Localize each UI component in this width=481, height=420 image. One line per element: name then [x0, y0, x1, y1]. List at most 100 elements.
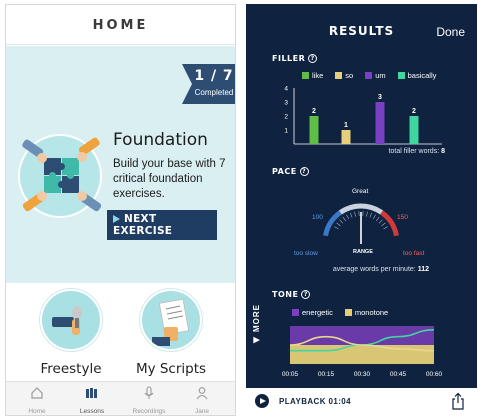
gauge-tick [342, 216, 346, 222]
foundation-hero: 1 / 7 Completed Foundation Build your ba… [6, 46, 235, 283]
next-exercise-button[interactable]: NEXT EXERCISE [107, 210, 217, 240]
bar-value-label: 2 [312, 108, 316, 115]
home-icon [31, 387, 43, 399]
pace-too-slow-label: too slow [294, 250, 318, 257]
gauge-tick [346, 214, 350, 220]
pace-average: average words per minute: 112 [333, 266, 429, 273]
done-button[interactable]: Done [436, 25, 465, 39]
legend-swatch [365, 72, 373, 79]
legend-label: energetic [302, 308, 333, 317]
tab-recordings-label: Recordings [132, 408, 166, 415]
legend-item: monotone [344, 308, 389, 317]
gauge-tick [366, 211, 368, 217]
script-icon [140, 289, 202, 351]
progress-count: 1 / 7 [194, 68, 234, 84]
legend-swatch [302, 72, 309, 79]
help-icon[interactable]: ? [308, 54, 318, 63]
gauge-tick [350, 212, 353, 218]
gauge-tick [339, 219, 344, 224]
pace-label: PACE [272, 167, 297, 176]
bar-um [375, 102, 385, 144]
more-toggle[interactable]: ◀ MORE [252, 304, 261, 345]
results-screen: RESULTS Done FILLER? like so um basically 1… [246, 4, 477, 416]
gauge-tick [354, 211, 356, 217]
pace-section-label: PACE? [272, 167, 309, 176]
y-tick-label: 3 [284, 100, 288, 107]
legend-item: like [302, 71, 323, 80]
gauge-tick [383, 226, 388, 230]
page-title: HOME [92, 18, 149, 33]
filler-total-value: 8 [441, 148, 445, 155]
filler-label: FILLER [272, 54, 306, 63]
filler-total: total filler words: 8 [389, 148, 445, 155]
filler-bar-chart: 1 2 3 4 2 1 3 2 [284, 86, 442, 145]
more-label: MORE [252, 304, 261, 332]
bar-value-label: 3 [378, 94, 382, 101]
y-tick-label: 1 [284, 128, 288, 135]
legend-item: energetic [292, 308, 333, 317]
energetic-band [290, 326, 434, 345]
tone-section-label: TONE? [272, 290, 311, 299]
x-tick-label: 00:60 [426, 371, 443, 378]
legend-label: like [312, 71, 324, 80]
gauge-tick [372, 214, 376, 220]
bar-value-label: 1 [344, 122, 348, 129]
home-screen: HOME 1 / 7 Completed Foundation Build yo… [5, 4, 236, 416]
playback-label: PLAYBACK 01:04 [279, 397, 351, 406]
tab-home-label: Home [28, 408, 46, 415]
share-icon[interactable] [451, 392, 465, 410]
my-scripts-tile[interactable]: My Scripts [121, 289, 221, 377]
gauge-tick [336, 222, 341, 227]
tone-area-chart: 00:05 00:15 00:30 00:45 00:60 [282, 326, 443, 378]
tab-profile[interactable]: Jane [180, 386, 224, 415]
puzzle-hands-illustration [18, 134, 102, 218]
tab-lessons-label: Lessons [79, 408, 105, 415]
legend-item: um [365, 71, 386, 80]
pace-low-value: 100 [312, 214, 323, 221]
bar-value-label: 2 [412, 108, 416, 115]
monotone-band [290, 345, 434, 364]
freestyle-label: Freestyle [40, 361, 102, 377]
filler-total-label: total filler words: [388, 148, 440, 155]
bar-basically [409, 116, 419, 144]
tab-lessons[interactable]: Lessons [70, 386, 114, 415]
playback-bar: PLAYBACK 01:04 [246, 388, 477, 416]
microphone-icon [144, 386, 154, 399]
profile-icon [196, 387, 208, 400]
x-tick-label: 00:30 [354, 371, 371, 378]
help-icon[interactable]: ? [299, 167, 309, 176]
legend-swatch [344, 309, 352, 316]
foundation-description: Build your base with 7 critical foundati… [113, 158, 226, 200]
progress-label: Completed [194, 88, 234, 97]
legend-label: basically [407, 71, 437, 80]
progress-badge: 1 / 7 Completed [182, 64, 235, 104]
pace-average-value: 112 [417, 266, 429, 273]
foundation-title: Foundation [113, 130, 208, 150]
tab-recordings[interactable]: Recordings [127, 386, 171, 415]
x-tick-label: 00:45 [390, 371, 407, 378]
legend-label: monotone [354, 308, 389, 317]
legend-item: so [335, 71, 353, 80]
y-tick-label: 2 [284, 114, 288, 121]
puzzle-icon [22, 137, 102, 212]
gauge-tick [381, 222, 386, 227]
pace-average-label: average words per minute: [332, 266, 416, 273]
help-icon[interactable]: ? [301, 290, 311, 299]
gauge-mid-arc [338, 203, 384, 215]
bottom-tab-bar: Home Lessons Recordings Jane [6, 381, 235, 415]
microphone-icon [40, 289, 102, 351]
freestyle-tile[interactable]: Freestyle [21, 289, 121, 377]
gauge-tick [378, 219, 383, 224]
bar-so [341, 130, 351, 144]
pace-too-fast-label: too fast [403, 250, 425, 257]
legend-swatch [335, 72, 343, 79]
next-exercise-label: NEXT EXERCISE [113, 213, 173, 237]
tab-home[interactable]: Home [15, 386, 59, 415]
play-button[interactable] [255, 394, 269, 408]
home-header: HOME [6, 5, 235, 45]
gauge-tick [376, 216, 380, 222]
x-tick-label: 00:05 [282, 371, 299, 378]
bar-like [309, 116, 319, 144]
my-scripts-label: My Scripts [135, 361, 207, 377]
y-tick-label: 4 [284, 86, 288, 93]
